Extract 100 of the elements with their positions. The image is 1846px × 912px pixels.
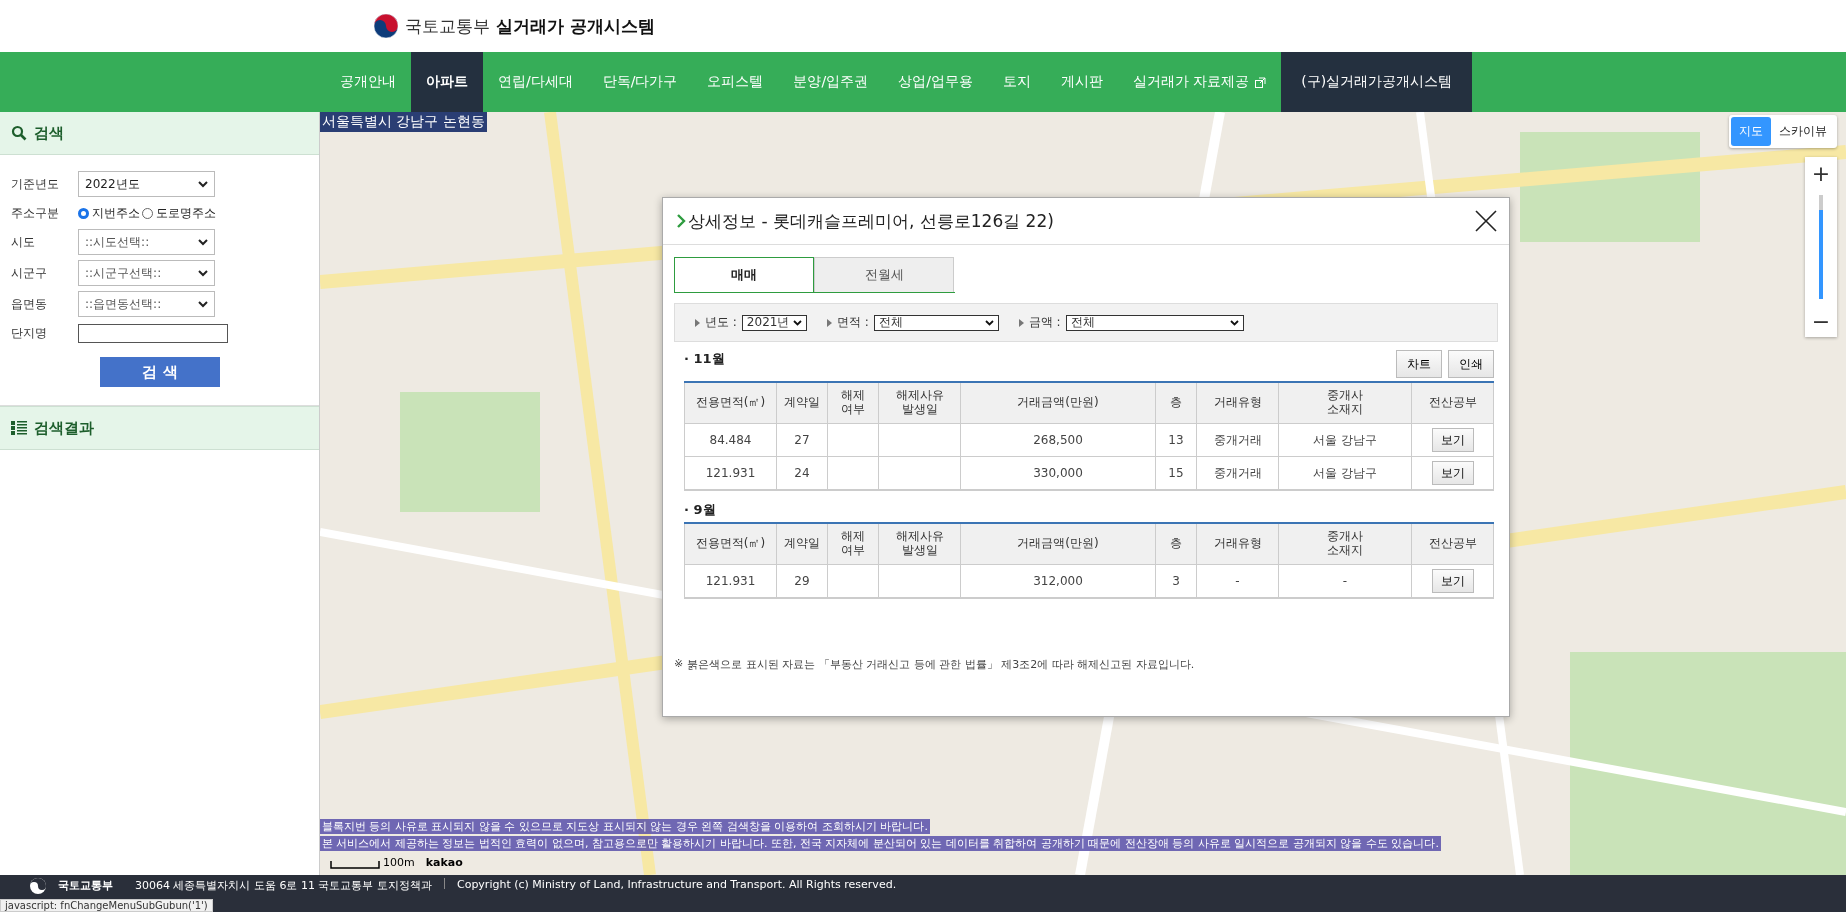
view-button[interactable]: 보기 bbox=[1431, 428, 1474, 452]
table-cell: 13 bbox=[1168, 433, 1184, 447]
deal-type-tab[interactable]: 매매 bbox=[674, 257, 814, 292]
table-cell: 330,000 bbox=[1033, 466, 1083, 480]
column-header: 거래금액(만원) bbox=[960, 382, 1156, 424]
dropdown[interactable]: ::시군구선택:: bbox=[78, 260, 215, 286]
table-cell: - bbox=[1342, 574, 1348, 588]
filter-dropdown[interactable]: 전체 bbox=[873, 314, 999, 331]
search-title: 검색 bbox=[34, 123, 64, 143]
field-label: 시군구 bbox=[11, 264, 48, 282]
column-header: 해제사유 발생일 bbox=[878, 523, 961, 565]
radio-option[interactable]: 지번주소 bbox=[78, 204, 140, 222]
list-icon bbox=[11, 420, 27, 436]
table-cell: 29 bbox=[794, 574, 810, 588]
filter-dropdown[interactable]: 전체 bbox=[1065, 314, 1244, 331]
emblem-icon bbox=[373, 13, 399, 39]
action-button[interactable]: 차트 bbox=[1396, 350, 1442, 378]
triangle-right-icon bbox=[826, 318, 832, 327]
column-header: 전용면적(㎡) bbox=[684, 523, 777, 565]
complex-name-field[interactable] bbox=[78, 323, 228, 343]
table-cell: 27 bbox=[794, 433, 810, 447]
column-header: 거래금액(만원) bbox=[960, 523, 1156, 565]
filter-label: 금액 : bbox=[1028, 314, 1061, 331]
nav-tab[interactable]: (구)실거래가공개시스템 bbox=[1281, 52, 1473, 112]
map-provider-label: kakao bbox=[425, 856, 463, 869]
chevron-down-icon bbox=[198, 269, 208, 277]
notice-text: 본 서비스에서 제공하는 정보는 법적인 효력이 없으며, 참고용으로만 활용하시기 바랍니다. 또한, 전국 지자체에 분산되어 있는 데이터를 취합하여 공개하기 때문에 전산장애 등의 사유로 일시적으로 공개되지 않을 수도 있습니다. bbox=[320, 836, 1441, 851]
dropdown[interactable]: 2022년도 bbox=[78, 171, 215, 197]
table-cell: 서울 강남구 bbox=[1313, 432, 1377, 447]
field-label: 기준년도 bbox=[11, 175, 60, 193]
copyright-text: Copyright (c) Ministry of Land, Infrastructure and Transport. All Rights reserved. bbox=[456, 878, 897, 891]
table-cell: 서울 강남구 bbox=[1313, 465, 1377, 480]
column-header: 거래유형 bbox=[1196, 382, 1279, 424]
column-header: 해제 여부 bbox=[827, 523, 879, 565]
search-icon bbox=[11, 125, 27, 141]
emblem-icon bbox=[30, 878, 46, 894]
note-mark: ※ bbox=[674, 657, 684, 672]
chevron-down-icon bbox=[984, 319, 994, 326]
chevron-right-icon bbox=[677, 214, 686, 228]
dropdown[interactable]: ::읍면동선택:: bbox=[78, 291, 215, 317]
note-text: 붉은색으로 표시된 자료는 「부동산 거래신고 등에 관한 법률」 제3조2에 따라 해제신고된 자료입니다. bbox=[687, 657, 1195, 672]
radio-button[interactable] bbox=[142, 207, 153, 219]
scale-bar-icon bbox=[330, 861, 380, 869]
search-button[interactable]: 검 색 bbox=[100, 357, 220, 387]
status-url: javascript: fnChangeMenuSubGubun('1') bbox=[0, 899, 213, 912]
zoom-out-button[interactable]: − bbox=[1805, 305, 1837, 337]
site-title: 실거래가 공개시스템 bbox=[496, 14, 655, 38]
table-cell: 121.931 bbox=[705, 466, 756, 480]
close-icon[interactable] bbox=[1475, 210, 1497, 232]
triangle-right-icon bbox=[695, 318, 700, 327]
chevron-down-icon bbox=[792, 319, 802, 326]
filter-dropdown[interactable]: 2021년 bbox=[741, 314, 807, 331]
field-label: 읍면동 bbox=[11, 295, 48, 313]
action-button[interactable]: 인쇄 bbox=[1448, 350, 1494, 378]
table-cell: 중개거래 bbox=[1213, 432, 1262, 447]
column-header: 층 bbox=[1155, 382, 1197, 424]
column-header: 층 bbox=[1155, 523, 1197, 565]
column-header: 전용면적(㎡) bbox=[684, 382, 777, 424]
radio-button[interactable] bbox=[78, 207, 89, 219]
deal-type-tab[interactable]: 전월세 bbox=[814, 257, 954, 292]
table-cell: 121.931 bbox=[705, 574, 756, 588]
radio-option[interactable]: 도로명주소 bbox=[142, 204, 216, 222]
triangle-right-icon bbox=[1018, 318, 1024, 327]
filter-label: 년도 : bbox=[705, 314, 737, 331]
location-label: 서울특별시 강남구 논현동 bbox=[320, 112, 487, 132]
nav-tab[interactable]: 아파트 bbox=[411, 52, 483, 112]
column-header: 중개사 소재지 bbox=[1278, 382, 1412, 424]
column-header: 전산공부 bbox=[1411, 382, 1494, 424]
table-cell: 중개거래 bbox=[1213, 465, 1262, 480]
column-header: 계약일 bbox=[776, 382, 828, 424]
ministry-name: 국토교통부 bbox=[405, 14, 490, 38]
chevron-down-icon bbox=[198, 180, 208, 188]
table-cell: 3 bbox=[1172, 574, 1180, 588]
field-label: 주소구분 bbox=[11, 204, 60, 222]
table-cell: 312,000 bbox=[1033, 574, 1083, 588]
month-heading: · 11월 bbox=[684, 350, 725, 368]
column-header: 해제 여부 bbox=[827, 382, 879, 424]
column-header: 해제사유 발생일 bbox=[878, 382, 961, 424]
column-header: 전산공부 bbox=[1411, 523, 1494, 565]
table-cell: - bbox=[1235, 574, 1240, 588]
external-link-icon bbox=[1255, 76, 1267, 88]
table-cell: 24 bbox=[794, 466, 810, 480]
month-heading: · 9월 bbox=[684, 501, 716, 519]
table-cell: 268,500 bbox=[1033, 433, 1083, 447]
table-cell: 15 bbox=[1168, 466, 1184, 480]
zoom-in-button[interactable]: + bbox=[1805, 157, 1837, 189]
chevron-down-icon bbox=[198, 300, 208, 308]
view-button[interactable]: 보기 bbox=[1431, 461, 1474, 485]
footer-address: 30064 세종특별자치시 도움 6로 11 국토교통부 토지정책과 bbox=[135, 878, 432, 893]
dialog-title: 상세정보 - 롯데캐슬프레미어, 선릉로126길 22) bbox=[688, 209, 1055, 233]
dropdown[interactable]: ::시도선택:: bbox=[78, 229, 215, 255]
field-label: 단지명 bbox=[11, 324, 48, 342]
chevron-down-icon bbox=[1229, 319, 1239, 326]
field-label: 시도 bbox=[11, 233, 36, 251]
column-header: 거래유형 bbox=[1196, 523, 1279, 565]
view-button[interactable]: 보기 bbox=[1431, 569, 1474, 593]
footer-ministry: 국토교통부 bbox=[58, 878, 113, 893]
filter-label: 면적 : bbox=[836, 314, 869, 331]
scale-label: 100m bbox=[383, 856, 415, 869]
column-header: 계약일 bbox=[776, 523, 828, 565]
